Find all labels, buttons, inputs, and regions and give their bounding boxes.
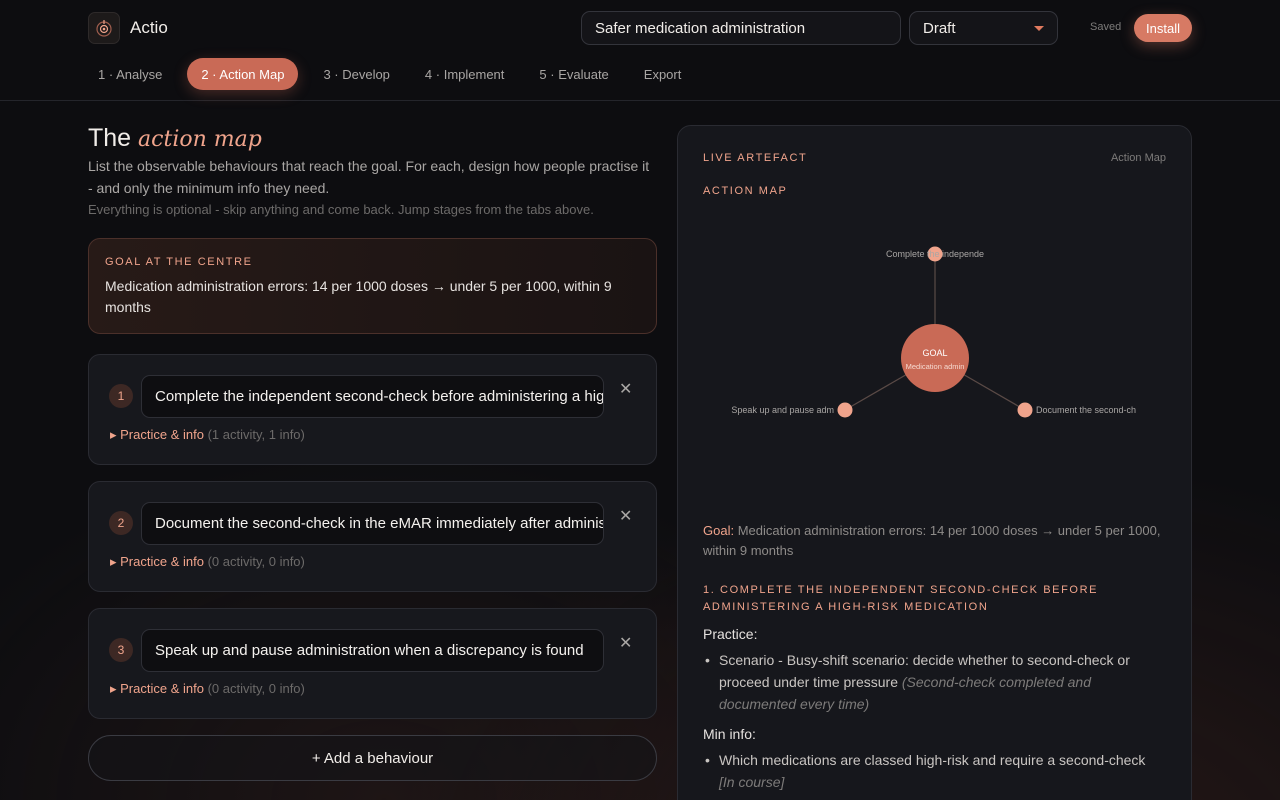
close-icon[interactable]: ✕: [619, 633, 632, 653]
chevron-down-icon: [1034, 25, 1044, 31]
behaviour-number: 2: [109, 511, 133, 535]
behaviour-node-label: Speak up and pause adm: [731, 405, 834, 415]
practice-link-label: ▸ Practice & info: [110, 427, 204, 442]
practice-info-toggle[interactable]: ▸ Practice & info (0 activity, 0 info): [110, 681, 305, 697]
intro-text: List the observable behaviours that reac…: [88, 158, 650, 196]
practice-info-toggle[interactable]: ▸ Practice & info (0 activity, 0 info): [110, 554, 305, 570]
status-value: Draft: [923, 19, 956, 37]
title-prefix: The: [88, 124, 132, 152]
status-select[interactable]: Draft: [909, 11, 1058, 45]
action-map-editor: The action map List the observable behav…: [88, 124, 657, 781]
live-artefact-panel: LIVE ARTEFACT Action Map ACTION MAP GOAL…: [677, 125, 1192, 800]
action-map-diagram: GOAL Medication admin Complete the indep…: [731, 246, 1136, 418]
summary-goal-text: Medication administration errors: 14 per…: [703, 523, 1161, 558]
behaviour-node-label: Document the second-ch: [1036, 405, 1136, 415]
behaviour-card: 1 Complete the independent second-check …: [88, 354, 657, 465]
goal-node-sub: Medication admin: [906, 362, 965, 371]
goal-node[interactable]: [901, 324, 969, 392]
app-name: Actio: [130, 18, 168, 37]
practice-info-toggle[interactable]: ▸ Practice & info (1 activity, 1 info): [110, 427, 305, 443]
goal-label: GOAL AT THE CENTRE: [105, 256, 253, 268]
goal-card: GOAL AT THE CENTRE Medication administra…: [88, 238, 657, 334]
behaviour-number: 1: [109, 384, 133, 408]
behaviour-node-label: Complete the independe: [886, 249, 984, 259]
tab-evaluate[interactable]: 5 · Evaluate: [529, 58, 618, 90]
practice-count: (1 activity, 1 info): [207, 427, 305, 442]
saved-indicator: Saved: [1090, 21, 1122, 33]
title-accent: action map: [138, 127, 262, 152]
tab-analyse[interactable]: 1 · Analyse: [88, 58, 172, 90]
tab-develop[interactable]: 3 · Develop: [313, 58, 399, 90]
min-info-item: Which medications are classed high-risk …: [703, 749, 1163, 793]
hint-text: Everything is optional - skip anything a…: [88, 202, 594, 217]
app-header: Actio Draft Saved Install 1 · Analyse 2 …: [0, 0, 1280, 101]
min-info-item-note: [In course]: [719, 774, 785, 790]
summary-goal: Goal: Medication administration errors: …: [703, 521, 1163, 561]
behaviour-input[interactable]: Document the second-check in the eMAR im…: [141, 502, 604, 545]
add-behaviour-button[interactable]: + Add a behaviour: [88, 735, 657, 781]
practice-count: (0 activity, 0 info): [207, 681, 305, 696]
practice-link-label: ▸ Practice & info: [110, 554, 204, 569]
close-icon[interactable]: ✕: [619, 506, 632, 526]
behaviour-card: 3 Speak up and pause administration when…: [88, 608, 657, 719]
summary-goal-prefix: Goal:: [703, 523, 735, 538]
min-info-item-text: Which medications are classed high-risk …: [719, 752, 1146, 768]
behaviour-node[interactable]: [837, 402, 853, 418]
tab-implement[interactable]: 4 · Implement: [415, 58, 514, 90]
min-info-heading: Min info:: [703, 726, 756, 742]
behaviour-section-title: 1. COMPLETE THE INDEPENDENT SECOND-CHECK…: [703, 584, 1099, 613]
target-logo-icon: [88, 12, 120, 44]
project-title-input[interactable]: [581, 11, 901, 45]
practice-item: Scenario - Busy-shift scenario: decide w…: [703, 649, 1163, 715]
install-button[interactable]: Install: [1134, 14, 1192, 42]
behaviour-input[interactable]: Speak up and pause administration when a…: [141, 629, 604, 672]
tab-export[interactable]: Export: [634, 58, 692, 90]
practice-link-label: ▸ Practice & info: [110, 681, 204, 696]
behaviour-number: 3: [109, 638, 133, 662]
behaviour-node[interactable]: [1017, 402, 1033, 418]
goal-text: Medication administration errors: 14 per…: [105, 278, 612, 315]
brand[interactable]: Actio: [88, 12, 168, 44]
goal-node-title: GOAL: [922, 348, 947, 358]
practice-heading: Practice:: [703, 626, 758, 642]
behaviour-card: 2 Document the second-check in the eMAR …: [88, 481, 657, 592]
close-icon[interactable]: ✕: [619, 379, 632, 399]
stage-tabs: 1 · Analyse 2 · Action Map 3 · Develop 4…: [88, 58, 706, 90]
page-title: The action map: [88, 124, 657, 153]
practice-count: (0 activity, 0 info): [207, 554, 305, 569]
tab-action-map[interactable]: 2 · Action Map: [187, 58, 299, 90]
behaviour-input[interactable]: Complete the independent second-check be…: [141, 375, 604, 418]
